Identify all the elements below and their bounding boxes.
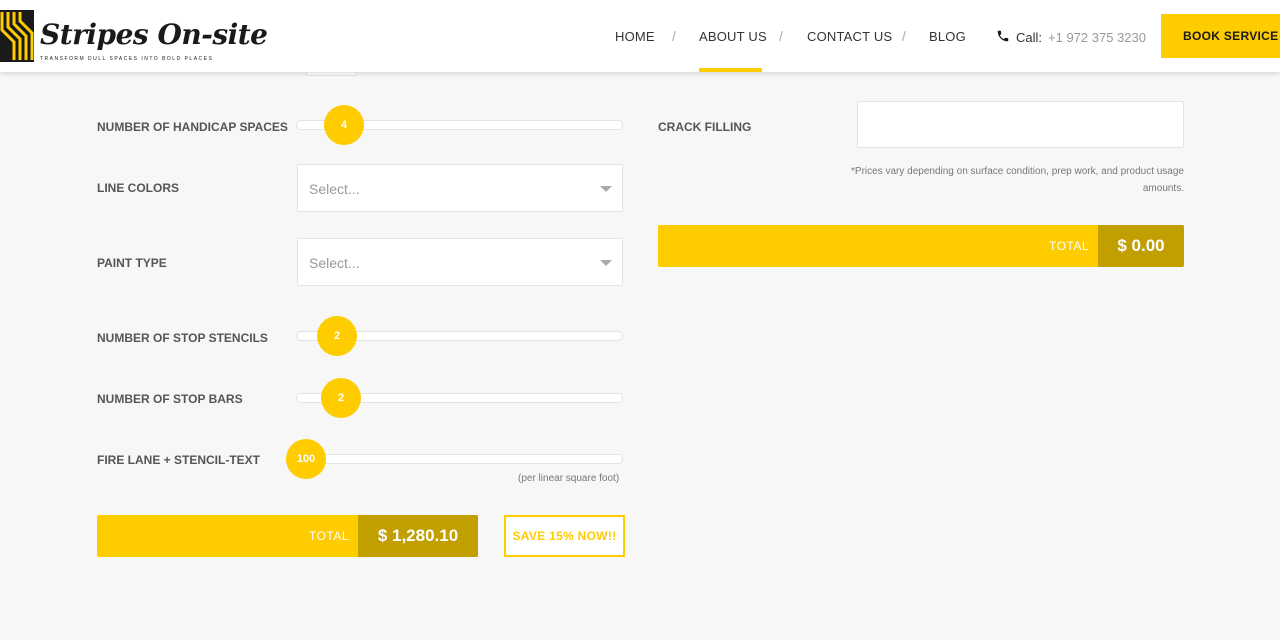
stop-stencils-slider[interactable]: 2 (296, 316, 623, 356)
nav-separator: / (779, 28, 783, 44)
line-colors-label: LINE COLORS (97, 181, 180, 195)
phone-label: Call: (1016, 30, 1043, 45)
phone-link[interactable]: Call: +1 972 375 3230 (996, 29, 1146, 46)
nav-separator: / (902, 28, 906, 44)
total-bar: TOTAL $ 1,280.10 (97, 515, 478, 557)
handicap-spaces-slider-handle[interactable]: 4 (324, 105, 364, 145)
line-colors-select[interactable]: Select... (297, 164, 623, 212)
nav-item-home[interactable]: HOME (615, 29, 655, 44)
chevron-down-icon (600, 186, 612, 192)
site-header: Stripes On-site TRANSFORM DULL SPACES IN… (0, 0, 1280, 72)
nav-item-blog[interactable]: BLOG (929, 29, 966, 44)
price-disclaimer: *Prices vary depending on surface condit… (851, 166, 1184, 194)
stripes-logo-icon (0, 10, 34, 62)
book-service-button[interactable]: BOOK SERVICE (1161, 14, 1280, 58)
side-total-label: TOTAL (1049, 239, 1090, 253)
paint-type-select[interactable]: Select... (297, 238, 623, 286)
handicap-spaces-slider[interactable]: 4 (296, 105, 623, 145)
stop-bars-slider[interactable]: 2 (296, 378, 623, 418)
brand-tagline: TRANSFORM DULL SPACES INTO BOLD PLACES (40, 56, 214, 62)
crack-filling-label: CRACK FILLING (658, 120, 752, 134)
nav-item-contact-us[interactable]: CONTACT US (807, 29, 892, 44)
line-colors-placeholder: Select... (309, 181, 360, 197)
stop-bars-label: NUMBER OF STOP BARS (97, 392, 243, 406)
fire-lane-slider[interactable]: 100 (286, 439, 623, 479)
brand-name: Stripes On-site (40, 18, 268, 51)
paint-type-placeholder: Select... (309, 255, 360, 271)
paint-type-label: PAINT TYPE (97, 256, 167, 270)
phone-number: +1 972 375 3230 (1048, 30, 1146, 45)
side-total-value: $ 0.00 (1098, 225, 1184, 267)
total-label: TOTAL (309, 529, 350, 543)
chevron-down-icon (600, 260, 612, 266)
side-total-bar: TOTAL $ 0.00 (658, 225, 1184, 267)
nav-separator: / (672, 28, 676, 44)
stop-bars-slider-handle[interactable]: 2 (321, 378, 361, 418)
crack-filling-input[interactable] (857, 101, 1184, 148)
phone-icon (996, 29, 1010, 46)
save-15-button[interactable]: SAVE 15% NOW!! (504, 515, 625, 557)
fire-lane-slider-handle[interactable]: 100 (286, 439, 326, 479)
fire-lane-label: FIRE LANE + STENCIL-TEXT (97, 453, 261, 467)
active-nav-indicator (699, 68, 762, 72)
fire-lane-unit-note: (per linear square foot) (518, 473, 620, 484)
brand-logo[interactable]: Stripes On-site TRANSFORM DULL SPACES IN… (0, 10, 268, 66)
partial-input-above (306, 72, 356, 76)
handicap-spaces-label: NUMBER OF HANDICAP SPACES (97, 120, 288, 134)
stop-stencils-label: NUMBER OF STOP STENCILS (97, 331, 268, 345)
total-value: $ 1,280.10 (358, 515, 478, 557)
stop-stencils-slider-handle[interactable]: 2 (317, 316, 357, 356)
nav-item-about-us[interactable]: ABOUT US (699, 29, 767, 44)
